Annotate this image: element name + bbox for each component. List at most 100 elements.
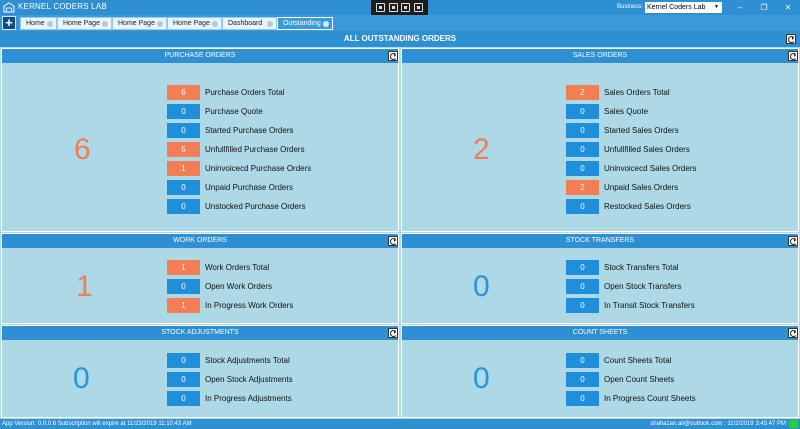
count-badge: 0 xyxy=(566,279,599,294)
count-sheets-panel: COUNT SHEETS 0 0 Count Sheets Total 0 Op… xyxy=(401,325,799,418)
tab-home-page[interactable]: Home Page xyxy=(57,17,112,30)
count-badge: 0 xyxy=(566,142,599,157)
count-badge: 0 xyxy=(167,279,200,294)
stock-transfers-total-big: 0 xyxy=(473,270,490,303)
close-icon[interactable] xyxy=(47,21,53,27)
row-label: Purchase Orders Total xyxy=(205,88,285,97)
panel-title: WORK ORDERS xyxy=(2,234,398,248)
refresh-icon[interactable] xyxy=(388,328,398,338)
refresh-icon[interactable] xyxy=(788,328,798,338)
count-badge: 0 xyxy=(167,199,200,214)
share-tool-icon[interactable] xyxy=(414,3,424,12)
refresh-icon[interactable] xyxy=(388,236,398,246)
count-badge: 5 xyxy=(167,142,200,157)
row-label: Started Sales Orders xyxy=(604,126,679,135)
business-select-value: Kernel Coders Lab xyxy=(647,4,706,11)
document-tool-icon[interactable] xyxy=(375,3,385,12)
close-icon[interactable] xyxy=(102,21,108,27)
minimize-button[interactable]: – xyxy=(728,0,752,15)
tab-label: Home Page xyxy=(173,20,210,27)
row-label: Uninvoicecd Purchase Orders xyxy=(205,164,312,173)
stock-transfers-panel: STOCK TRANSFERS 0 0 Stock Transfers Tota… xyxy=(401,233,799,324)
row-label: In Transit Stock Transfers xyxy=(604,301,695,310)
close-icon[interactable] xyxy=(212,21,218,27)
close-icon[interactable] xyxy=(157,21,163,27)
tab-home-page[interactable]: Home Page xyxy=(167,17,222,30)
row-label: Sales Orders Total xyxy=(604,88,670,97)
panel-title: PURCHASE ORDERS xyxy=(2,49,398,63)
monitor-tool-icon[interactable] xyxy=(388,3,398,12)
refresh-icon[interactable] xyxy=(788,236,798,246)
close-icon[interactable] xyxy=(323,21,329,27)
count-sheets-total-big: 0 xyxy=(473,362,490,395)
row-label: Unpaid Purchase Orders xyxy=(205,183,294,192)
sales-orders-total-big: 2 xyxy=(473,133,490,166)
tab-label: Home Page xyxy=(63,20,100,27)
user-session-status: shahazan.ali@outlook.com : 11/2/2019 3:4… xyxy=(650,421,786,427)
outstanding-dashboard: ALL OUTSTANDING ORDERS PURCHASE ORDERS 6… xyxy=(0,31,800,419)
count-badge: 0 xyxy=(167,104,200,119)
sales-orders-panel: SALES ORDERS 2 2 Sales Orders Total 0 Sa… xyxy=(401,48,799,232)
count-badge: 0 xyxy=(167,180,200,195)
status-bar: App Version: 0.0.0.6 Subscription will e… xyxy=(0,419,800,429)
connection-status-indicator xyxy=(789,420,798,428)
count-badge: 0 xyxy=(167,353,200,368)
business-label: Business: xyxy=(617,4,644,10)
row-label: Open Work Orders xyxy=(205,282,272,291)
count-badge: 0 xyxy=(167,372,200,387)
add-tab-button[interactable]: + xyxy=(2,16,16,30)
stock-adjustments-total-big: 0 xyxy=(73,362,90,395)
refresh-all-icon[interactable] xyxy=(786,34,796,44)
count-badge: 1 xyxy=(167,260,200,275)
row-label: Work Orders Total xyxy=(205,263,270,272)
panel-title: COUNT SHEETS xyxy=(402,326,798,340)
row-label: Stock Transfers Total xyxy=(604,263,679,272)
app-title: KERNEL CODERS LAB xyxy=(18,2,107,11)
count-badge: 1 xyxy=(167,298,200,313)
count-badge: 2 xyxy=(566,180,599,195)
row-label: Restocked Sales Orders xyxy=(604,202,691,211)
count-badge: 1 xyxy=(167,161,200,176)
work-orders-panel: WORK ORDERS 1 1 Work Orders Total 0 Open… xyxy=(1,233,399,324)
tab-strip: + Home Home Page Home Page Home Page Das… xyxy=(0,15,800,31)
title-bar: KERNEL CODERS LAB Business: Kernel Coder… xyxy=(0,0,800,15)
tab-home[interactable]: Home xyxy=(20,17,57,30)
app-version-status: App Version: 0.0.0.6 Subscription will e… xyxy=(2,421,192,427)
count-badge: 0 xyxy=(566,372,599,387)
window-tool-icon[interactable] xyxy=(401,3,411,12)
tab-label: Home Page xyxy=(118,20,155,27)
tab-home-page[interactable]: Home Page xyxy=(112,17,167,30)
count-badge: 0 xyxy=(566,161,599,176)
tab-outstanding[interactable]: Outstanding xyxy=(277,17,333,30)
refresh-icon[interactable] xyxy=(788,51,798,61)
panel-title: STOCK TRANSFERS xyxy=(402,234,798,248)
count-badge: 6 xyxy=(167,85,200,100)
row-label: Open Stock Transfers xyxy=(604,282,682,291)
maximize-button[interactable]: ❐ xyxy=(752,0,776,15)
count-badge: 0 xyxy=(167,391,200,406)
row-label: In Progress Adjustments xyxy=(205,394,292,403)
count-badge: 0 xyxy=(566,260,599,275)
purchase-orders-panel: PURCHASE ORDERS 6 6 Purchase Orders Tota… xyxy=(1,48,399,232)
row-label: In Progress Count Sheets xyxy=(604,394,696,403)
row-label: Stock Adjustments Total xyxy=(205,356,290,365)
close-icon[interactable] xyxy=(267,21,273,27)
tab-label: Home xyxy=(26,20,45,27)
stock-adjustments-panel: STOCK ADJUSTMENTS 0 0 Stock Adjustments … xyxy=(1,325,399,418)
row-label: Unpaid Sales Orders xyxy=(604,183,679,192)
business-select[interactable]: Kernel Coders Lab ▼ xyxy=(645,2,722,13)
row-label: Unfullfilled Purchase Orders xyxy=(205,145,305,154)
close-button[interactable]: ✕ xyxy=(776,0,800,15)
tab-dashboard[interactable]: Dashboard xyxy=(222,17,277,30)
row-label: Sales Quote xyxy=(604,107,649,116)
count-badge: 0 xyxy=(167,123,200,138)
panel-title: STOCK ADJUSTMENTS xyxy=(2,326,398,340)
tab-label: Outstanding xyxy=(283,20,321,27)
page-title: ALL OUTSTANDING ORDERS xyxy=(0,31,800,47)
row-label: Open Count Sheets xyxy=(604,375,675,384)
refresh-icon[interactable] xyxy=(388,51,398,61)
row-label: Unstocked Purchase Orders xyxy=(205,202,306,211)
purchase-orders-total-big: 6 xyxy=(74,133,91,166)
row-label: Open Stock Adjustments xyxy=(205,375,293,384)
row-label: Count Sheets Total xyxy=(604,356,672,365)
